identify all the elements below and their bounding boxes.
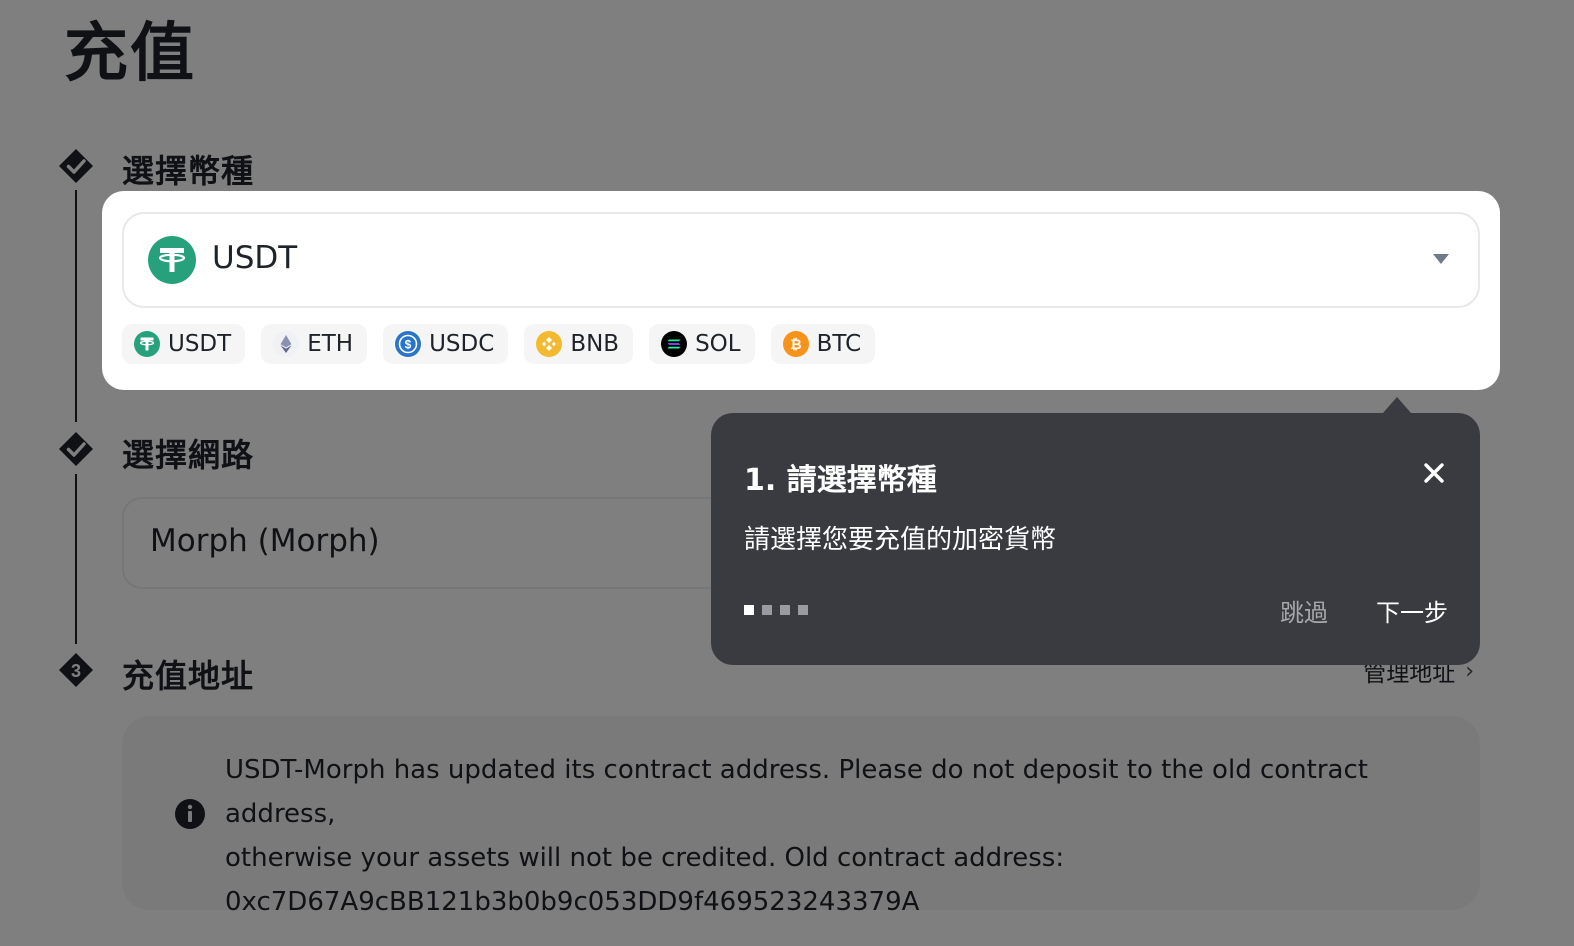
coin-chip-btc[interactable]: ₿ BTC	[770, 324, 876, 364]
tour-progress-dot	[798, 605, 808, 615]
bnb-icon	[536, 331, 563, 357]
coin-chip-sol[interactable]: SOL	[649, 324, 755, 364]
coin-chip-label: USDT	[168, 331, 232, 357]
coin-chip-label: ETH	[307, 331, 354, 357]
btc-icon: ₿	[782, 331, 809, 357]
coin-chip-label: SOL	[695, 331, 741, 357]
coin-quick-picks: USDT ETH $ USDC BNB SOL ₿ BTC	[122, 324, 876, 364]
coin-chip-usdt[interactable]: USDT	[122, 324, 246, 364]
usdt-icon	[148, 236, 196, 284]
coin-chip-label: BTC	[816, 331, 862, 357]
close-icon[interactable]	[1422, 461, 1446, 485]
tour-skip-button[interactable]: 跳過	[1280, 593, 1328, 628]
tour-body: 請選擇您要充值的加密貨幣	[744, 525, 1057, 555]
coin-select-value: USDT	[212, 240, 298, 276]
tour-progress-dot	[780, 605, 790, 615]
svg-text:₿: ₿	[790, 336, 801, 352]
tour-progress-dot	[762, 605, 772, 615]
sol-icon	[661, 331, 688, 357]
tour-next-button[interactable]: 下一步	[1376, 593, 1448, 628]
usdt-icon	[134, 331, 160, 357]
caret-down-icon	[1433, 254, 1449, 264]
usdc-icon: $	[395, 331, 422, 357]
coin-chip-label: USDC	[429, 331, 495, 357]
svg-text:$: $	[405, 338, 412, 352]
tooltip-arrow	[1383, 397, 1411, 413]
tour-progress-dot	[744, 605, 754, 615]
tour-progress	[744, 605, 808, 615]
coin-chip-eth[interactable]: ETH	[261, 324, 368, 364]
tour-tooltip: 1. 請選擇幣種 請選擇您要充值的加密貨幣 跳過 下一步	[711, 397, 1480, 665]
coin-chip-bnb[interactable]: BNB	[524, 324, 634, 364]
coin-chip-label: BNB	[570, 331, 620, 357]
coin-select-card: USDT USDT ETH $ USDC BNB SOL ₿ BTC	[102, 191, 1500, 390]
tour-title: 1. 請選擇幣種	[744, 463, 937, 498]
eth-icon	[273, 331, 300, 357]
coin-chip-usdc[interactable]: $ USDC	[383, 324, 509, 364]
coin-select[interactable]: USDT	[122, 212, 1480, 308]
